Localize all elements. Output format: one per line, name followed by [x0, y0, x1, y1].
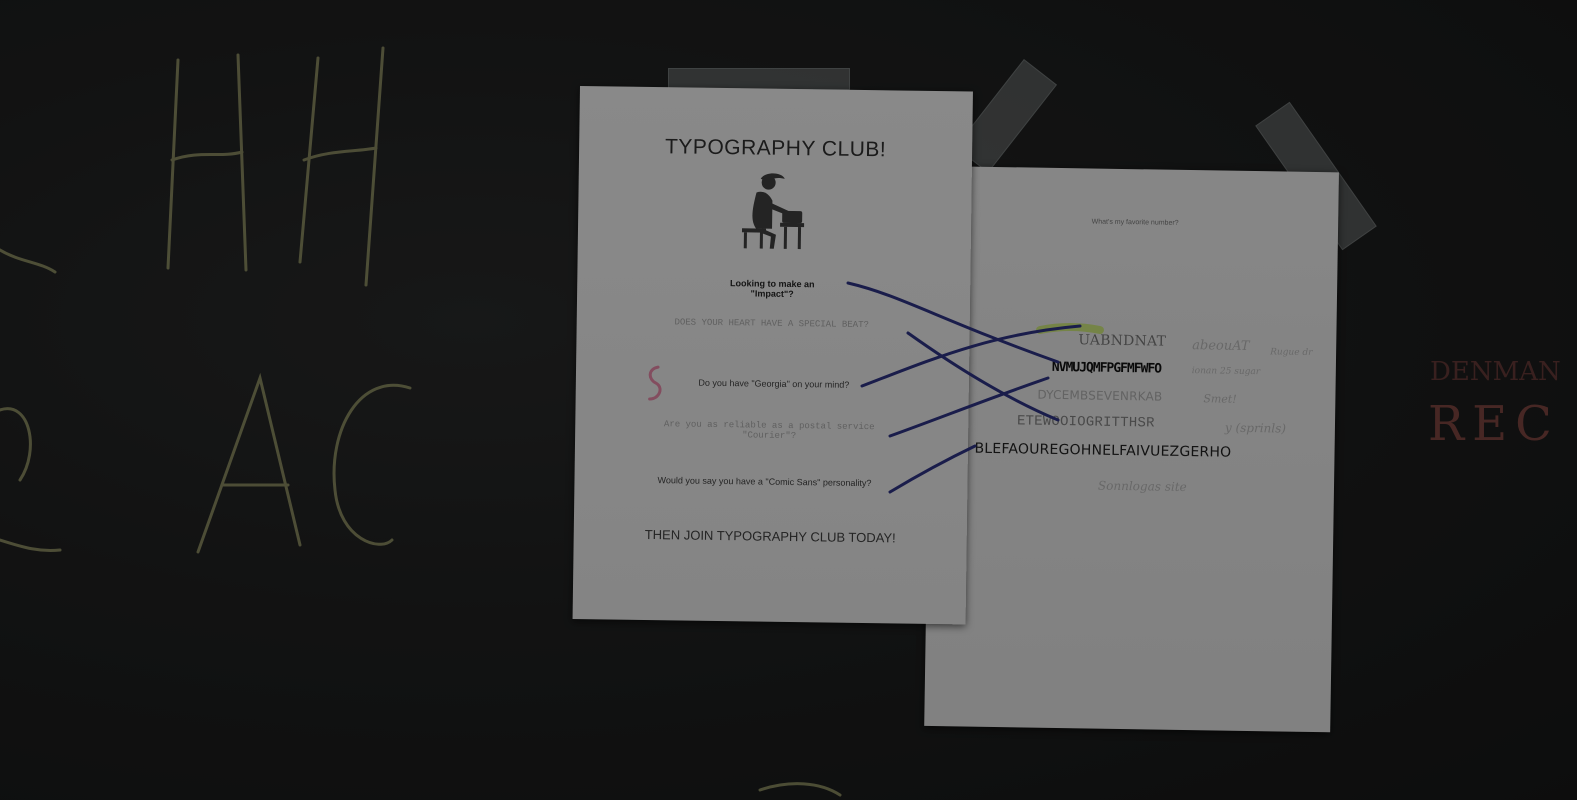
cipher-line: NVMUJQMFPGFMFWFO	[1051, 359, 1162, 377]
poster-question: Looking to make an "Impact"?	[729, 278, 815, 300]
chalk-stroke	[758, 782, 842, 797]
typography-club-poster: TYPOGRAPHY CLUB! Looking to make an "Imp…	[572, 86, 973, 625]
typist-illustration-icon	[741, 173, 805, 250]
chalk-stroke	[302, 146, 378, 162]
cipher-sheet: What's my favorite number? UABNDNAT NVMU…	[924, 166, 1339, 733]
cipher-line: UABNDNAT	[1078, 332, 1167, 350]
pink-squiggle-mark	[648, 365, 662, 401]
chalk-stroke	[0, 407, 32, 482]
poster-question: Are you as reliable as a postal service …	[663, 419, 875, 442]
poster-question: DOES YOUR HEART HAVE A SPECIAL BEAT?	[674, 317, 869, 331]
cipher-line: ETEWOOIOGRITTHSR	[1016, 413, 1155, 432]
handwritten-note: Smet!	[1203, 392, 1237, 406]
poster-question: Would you say you have a "Comic Sans" pe…	[657, 475, 872, 489]
photo-scene: DENMAN REC What's my favorite number? UA…	[0, 0, 1577, 800]
chalk-word-upper: DENMAN	[1430, 357, 1561, 387]
chalk-stroke	[236, 53, 248, 272]
handwritten-note: Rugue dr	[1270, 347, 1313, 358]
chalk-word-lower: REC	[1428, 396, 1560, 452]
cipher-sheet-heading: What's my favorite number?	[1091, 218, 1179, 227]
chalk-stroke	[0, 538, 62, 552]
poster-question: Do you have "Georgia" on your mind?	[698, 377, 850, 390]
handwritten-note: ionan 25 sugar	[1191, 366, 1261, 378]
handwritten-note: y (sprinls)	[1224, 420, 1287, 436]
chalk-stroke	[332, 383, 412, 546]
chalk-stroke	[364, 46, 385, 287]
handwritten-note: abeouAT	[1192, 338, 1250, 354]
chalk-stroke	[166, 58, 180, 270]
poster-call-to-action: THEN JOIN TYPOGRAPHY CLUB TODAY!	[644, 526, 896, 546]
chalk-stroke	[170, 150, 244, 162]
chalk-stroke	[0, 248, 57, 274]
cipher-line: BLEFAOUREGOHNELFAIVUEZGERHO	[974, 440, 1232, 461]
cipher-line: DYCEMBSEVENRKAB	[1037, 387, 1163, 404]
handwritten-note: Sonnlogas site	[1097, 478, 1187, 495]
poster-title: TYPOGRAPHY CLUB!	[664, 135, 887, 162]
chalk-stroke	[196, 372, 302, 554]
